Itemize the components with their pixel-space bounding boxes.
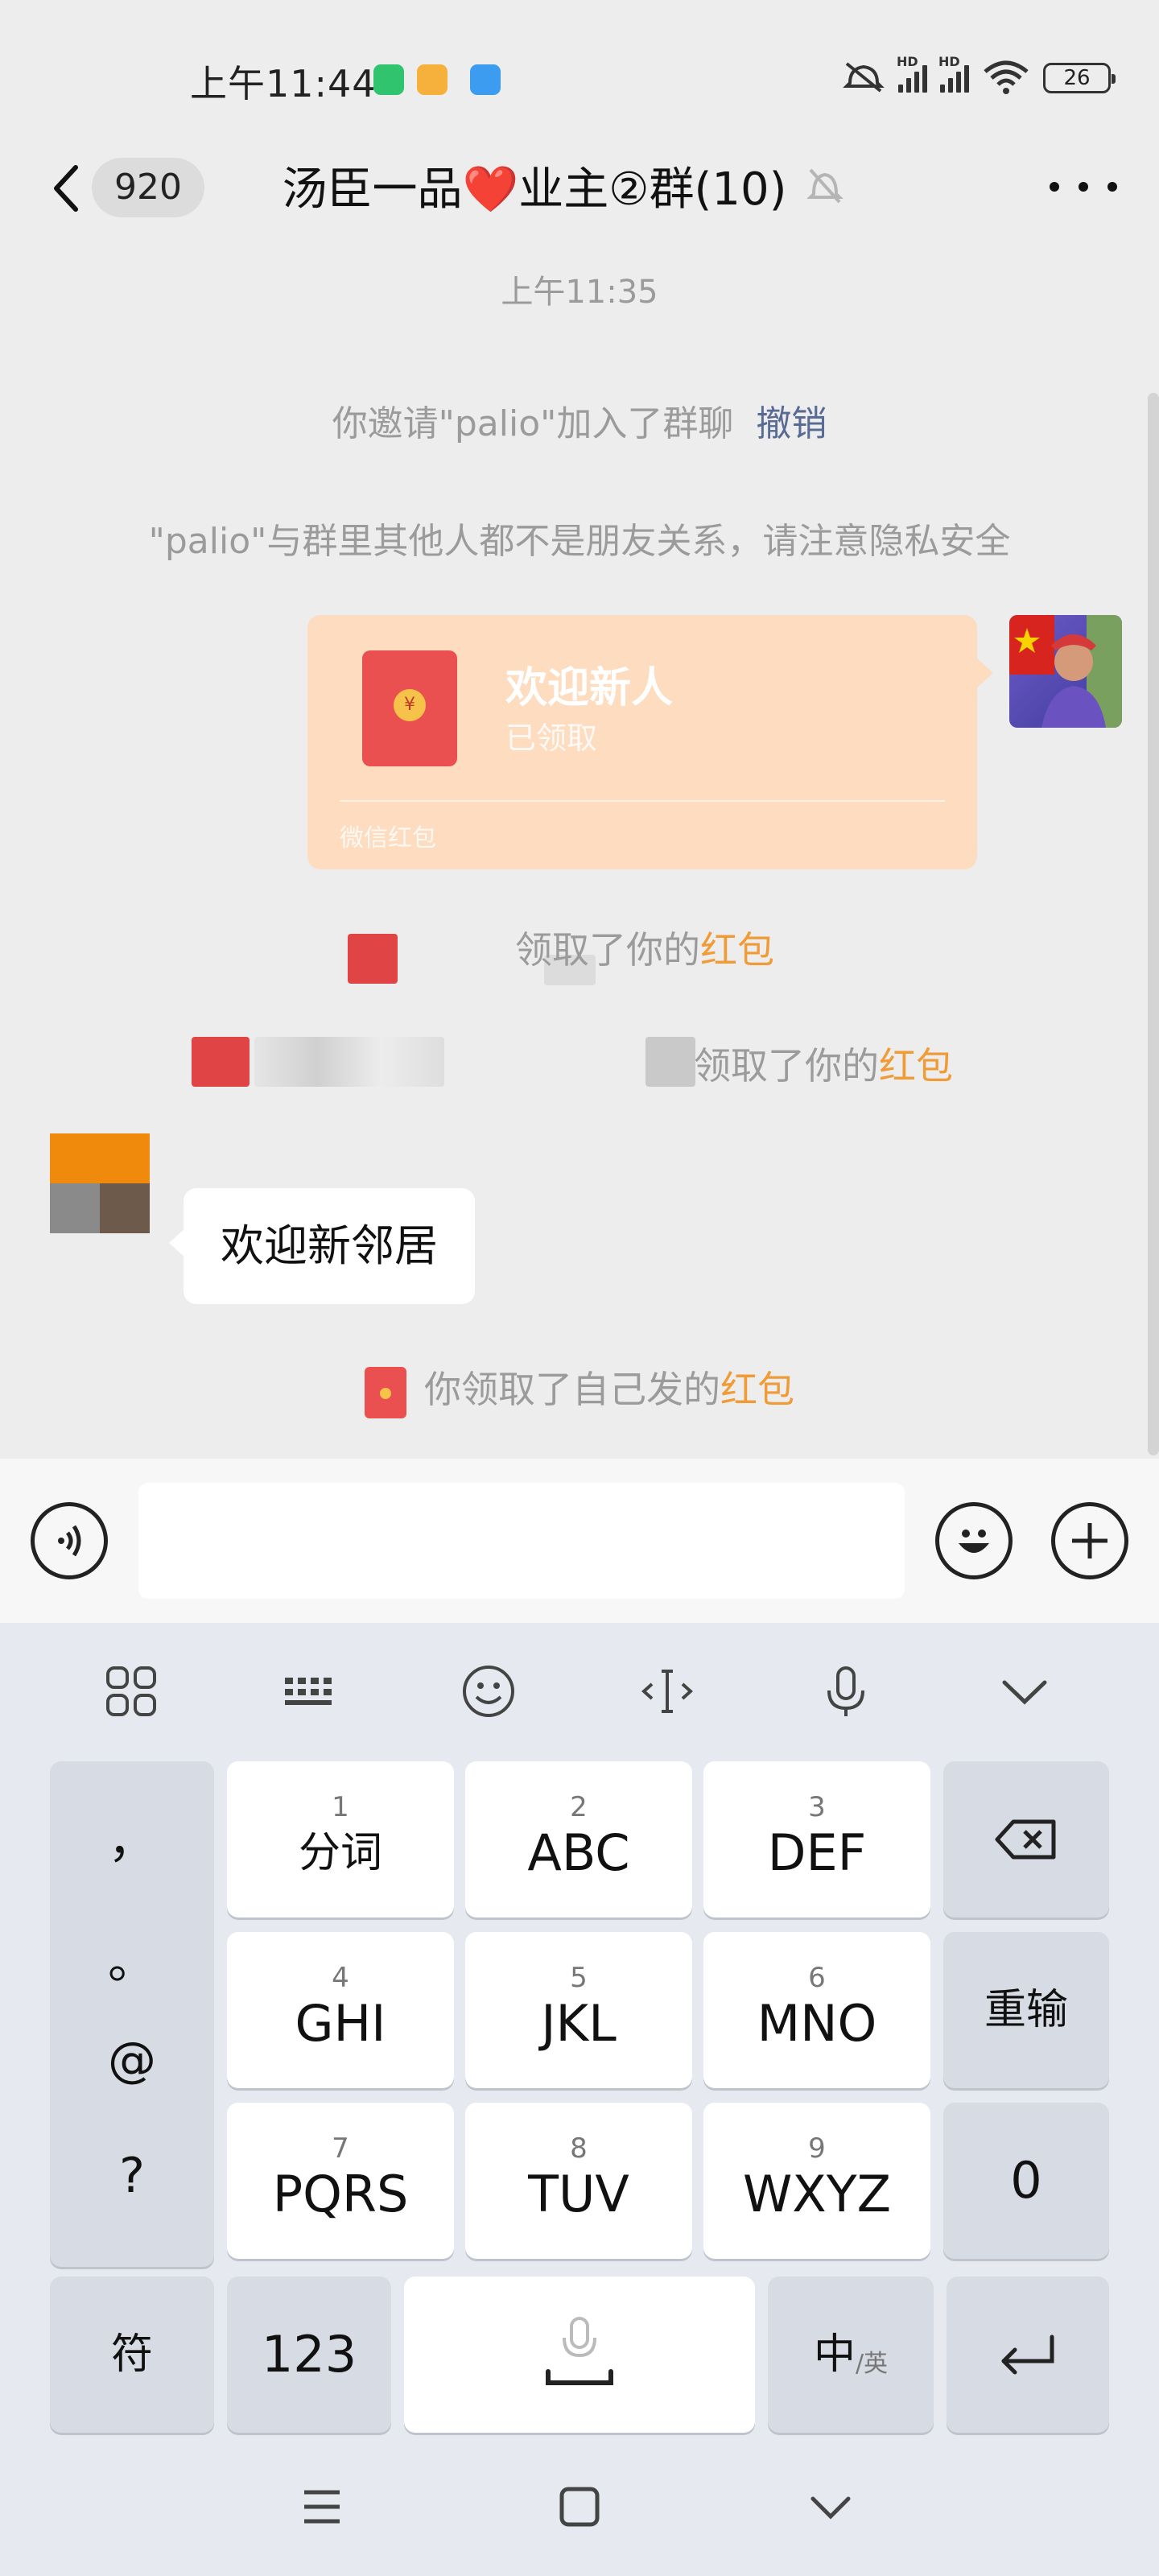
status-time: 上午11:44 [190,62,377,105]
claim-notice: 领取了你的红包 [694,1044,953,1088]
key-4[interactable]: 4 GHI [227,1932,454,2088]
more-icon [1050,182,1059,192]
key-6[interactable]: 6 MNO [703,1932,930,2088]
cursor-icon[interactable] [631,1655,703,1728]
red-packet-link[interactable]: 红包 [700,928,774,972]
zero-key[interactable]: 0 [943,2103,1109,2259]
mute-icon [842,59,885,97]
key-3[interactable]: 3 DEF [703,1761,930,1918]
privacy-notice: "palio"与群里其他人都不是朋友关系，请注意隐私安全 [148,521,1011,562]
emoji-button[interactable] [935,1502,1013,1579]
divider [340,800,945,802]
key-8[interactable]: 8 TUV [465,2103,692,2259]
voice-icon [58,1525,81,1557]
language-key[interactable]: 中/英 [768,2277,934,2433]
enter-icon [1001,2334,1054,2375]
red-packet-label: 微信红包 [340,824,436,852]
punct-key[interactable]: 。 [50,1922,214,1992]
battery-icon: 26 [1043,63,1116,93]
number-mode-key[interactable]: 123 [227,2277,391,2433]
keyboard-icon[interactable] [274,1655,346,1728]
redacted-avatar [348,934,398,984]
mute-bell-icon [806,168,844,203]
wifi-icon [982,59,1030,97]
key-1[interactable]: 1 分词 [227,1761,454,1918]
punctuation-column[interactable]: ， 。 @ ? [50,1761,214,2267]
wechat-notif-icon [373,64,404,95]
red-packet-icon [365,1366,406,1418]
chat-bubble[interactable]: 欢迎新邻居 [169,1188,475,1304]
redacted-avatar [192,1037,250,1087]
chat-title-text: 汤臣一品❤️业主②群(10) [282,163,787,216]
home-icon[interactable] [555,2483,604,2534]
red-packet-title: 欢迎新人 [505,664,674,712]
system-nav-bar [0,2439,1159,2576]
plus-icon [1072,1523,1107,1558]
backspace-icon [995,1819,1056,1860]
app-notif-icon [470,64,501,95]
avatar[interactable] [50,1133,150,1233]
collapse-icon[interactable] [988,1655,1061,1728]
self-claim-notice: 你领取了自己发的红包 [0,1360,1159,1418]
red-packet-card[interactable]: ¥ 欢迎新人 已领取 微信红包 [307,615,993,869]
symbol-key[interactable]: 符 [50,2277,214,2433]
redacted-name [254,1037,444,1087]
key-7[interactable]: 7 PQRS [227,2103,454,2259]
key-5[interactable]: 5 JKL [465,1932,692,2088]
back-nav-icon[interactable] [806,2483,855,2534]
emoji-icon [959,1530,989,1553]
red-packet-link[interactable]: 红包 [879,1044,953,1088]
red-packet-status: 已领取 [505,720,598,756]
key-2[interactable]: 2 ABC [465,1761,692,1918]
message-input[interactable] [138,1483,905,1599]
avatar[interactable] [1009,615,1122,728]
space-mic-icon [546,2317,613,2385]
signal-icon: HD [897,54,927,93]
menu-icon[interactable] [298,2483,346,2534]
key-9[interactable]: 9 WXYZ [703,2103,930,2259]
enter-key[interactable] [947,2277,1109,2433]
scrollbar[interactable] [1148,393,1159,1455]
message-timestamp: 上午11:35 [501,274,658,311]
signal-icon: HD [938,54,969,93]
files-notif-icon [417,64,448,95]
backspace-key[interactable] [943,1761,1109,1918]
emoji-icon[interactable] [452,1655,525,1728]
red-packet-link[interactable]: 红包 [720,1368,794,1411]
plus-button[interactable] [1051,1502,1128,1579]
microphone-icon[interactable] [810,1655,882,1728]
red-packet-icon: ¥ [362,650,457,766]
chat-header: 920 汤臣一品❤️业主②群(10) [0,129,1159,250]
revoke-link[interactable]: 撤销 [756,403,827,444]
space-key[interactable] [404,2277,755,2433]
input-bar [0,1459,1159,1623]
more-button[interactable] [1050,171,1117,203]
voice-button[interactable] [31,1502,108,1579]
punct-key[interactable]: ? [50,2148,214,2204]
grid-icon[interactable] [95,1655,167,1728]
status-icons: HD HD 26 [842,54,1116,98]
reinput-key[interactable]: 重输 [943,1932,1109,2088]
invite-notice: 你邀请"palio"加入了群聊 撤销 [332,403,827,444]
chat-title[interactable]: 汤臣一品❤️业主②群(10) [0,153,1159,218]
claim-notice: 领取了你的红包 [515,928,774,972]
punct-key[interactable]: @ [50,2032,214,2088]
keyboard: ， 。 @ ? 1 分词 2 ABC 3 DEF 4 GHI 5 JKL 6 MNO 重输 … [0,1623,1159,2576]
redacted-name [645,1037,695,1087]
punct-key[interactable]: ， [50,1802,214,1872]
